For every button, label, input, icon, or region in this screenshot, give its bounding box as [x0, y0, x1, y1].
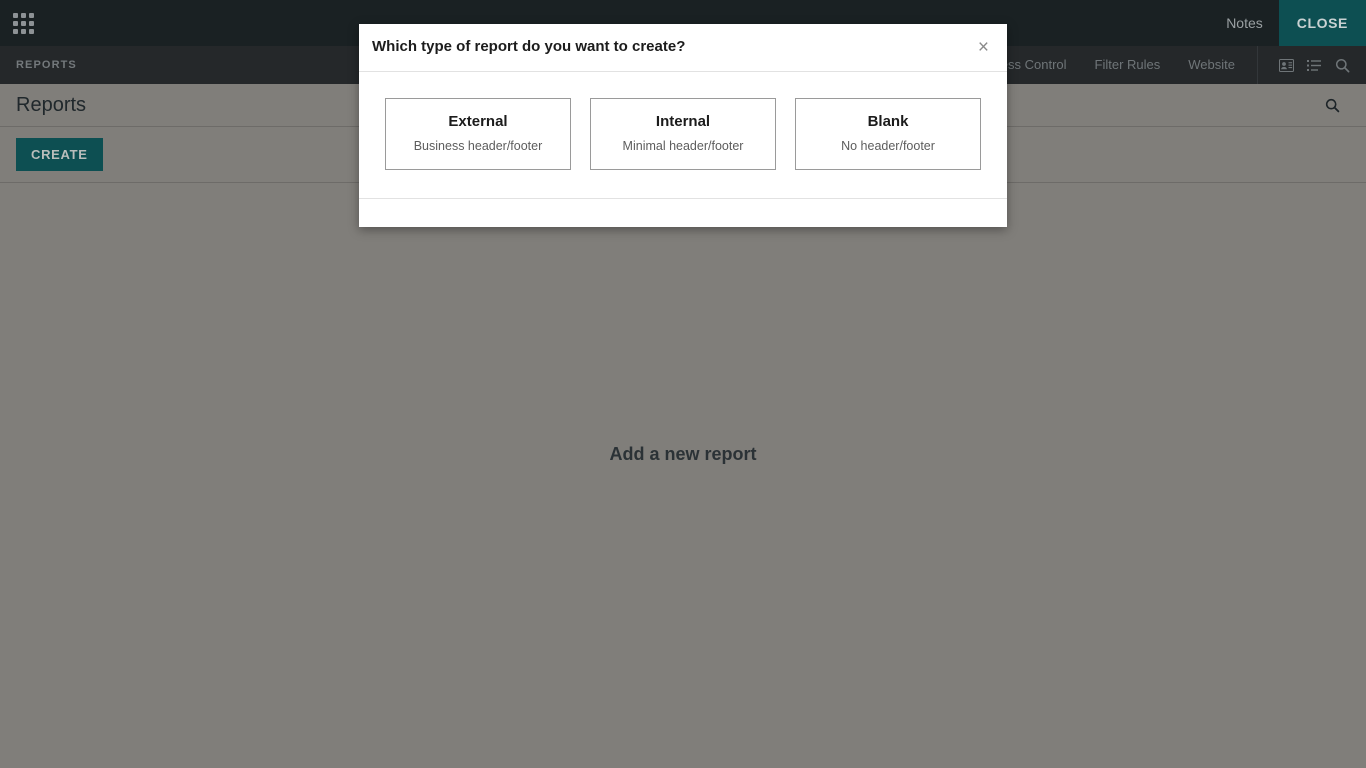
app-launcher-button[interactable] [0, 0, 46, 46]
option-subtitle: Minimal header/footer [622, 139, 744, 153]
dialog-header: Which type of report do you want to crea… [359, 24, 1007, 72]
contact-card-icon [1278, 58, 1294, 72]
option-title: Blank [867, 113, 909, 130]
dialog-body: External Business header/footer Internal… [359, 72, 1007, 199]
empty-state-text: Add a new report [609, 443, 757, 464]
option-title: Internal [655, 113, 711, 130]
option-title: External [448, 113, 508, 130]
app-root: Notes CLOSE REPORTS Access Control Filte… [0, 0, 1366, 768]
subnav-item-filter-rules[interactable]: Filter Rules [1081, 46, 1175, 84]
apps-grid-icon [12, 12, 34, 34]
dialog-close-icon[interactable]: × [976, 38, 991, 57]
report-type-option-blank[interactable]: Blank No header/footer [795, 98, 981, 170]
report-type-option-external[interactable]: External Business header/footer [385, 98, 571, 170]
subnav-item-website[interactable]: Website [1174, 46, 1249, 84]
search-icon [1335, 58, 1349, 72]
close-button[interactable]: CLOSE [1278, 0, 1366, 46]
dialog-footer [359, 199, 1007, 227]
contact-card-icon-button[interactable] [1272, 46, 1300, 84]
create-button[interactable]: CREATE [16, 138, 103, 171]
content-search-button[interactable] [1320, 93, 1344, 117]
option-subtitle: Business header/footer [413, 139, 543, 153]
list-icon [1306, 59, 1321, 71]
report-type-dialog: Which type of report do you want to crea… [359, 24, 1007, 227]
search-icon-button[interactable] [1328, 46, 1356, 84]
option-subtitle: No header/footer [841, 139, 935, 153]
list-icon-button[interactable] [1300, 46, 1328, 84]
subnav-brand-label: REPORTS [16, 59, 77, 71]
empty-state: Add a new report [0, 184, 1366, 724]
top-nav-item-notes[interactable]: Notes [1210, 0, 1279, 46]
search-icon [1325, 98, 1339, 112]
report-type-option-internal[interactable]: Internal Minimal header/footer [590, 98, 776, 170]
dialog-title: Which type of report do you want to crea… [372, 38, 686, 55]
subnav-icon-group [1257, 46, 1366, 84]
page-title: Reports [16, 93, 87, 116]
